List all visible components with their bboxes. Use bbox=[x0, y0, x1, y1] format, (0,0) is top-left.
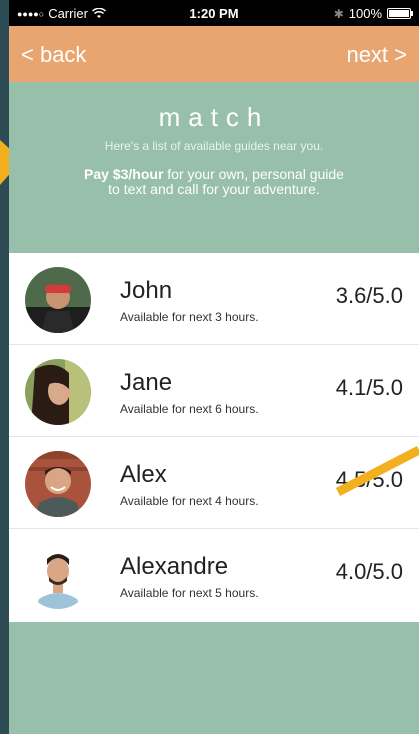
battery-icon bbox=[387, 8, 413, 19]
guide-row-jane[interactable]: Jane Available for next 6 hours. 4.1/5.0 bbox=[9, 345, 419, 437]
guide-availability: Available for next 3 hours. bbox=[120, 310, 259, 324]
next-button[interactable]: next > bbox=[346, 42, 407, 68]
status-right: ✱ 100% bbox=[333, 6, 413, 21]
avatar bbox=[25, 543, 91, 609]
avatar bbox=[25, 267, 91, 333]
nav-bar: < back next > bbox=[9, 26, 419, 82]
guide-name: Alexandre bbox=[120, 553, 229, 580]
page-subtitle: Here's a list of available guides near y… bbox=[104, 139, 324, 153]
annotation-arrow-icon bbox=[335, 446, 419, 496]
pricing-pitch: Pay $3/hour for your own, personal guide… bbox=[84, 167, 344, 197]
guide-rating: 4.1/5.0 bbox=[335, 375, 403, 400]
guide-row-alexandre[interactable]: Alexandre Available for next 5 hours. 4.… bbox=[9, 529, 419, 621]
guide-row-john[interactable]: John Available for next 3 hours. 3.6/5.0 bbox=[9, 253, 419, 345]
guide-availability: Available for next 5 hours. bbox=[120, 586, 259, 600]
guide-name: Jane bbox=[120, 369, 173, 396]
guide-name: Alex bbox=[120, 461, 167, 488]
avatar bbox=[25, 359, 91, 425]
avatar bbox=[25, 451, 91, 517]
guide-list: John Available for next 3 hours. 3.6/5.0… bbox=[9, 253, 419, 622]
battery-percent: 100% bbox=[348, 6, 382, 21]
bluetooth-icon: ✱ bbox=[333, 6, 344, 21]
guide-rating: 3.6/5.0 bbox=[335, 283, 403, 308]
phone-screen: ●●●●○ Carrier 1:20 PM ✱ 100% < back next… bbox=[9, 0, 419, 734]
guide-rating: 4.0/5.0 bbox=[335, 559, 403, 584]
pricing-bold: Pay $3/hour bbox=[84, 166, 164, 182]
guide-name: John bbox=[120, 277, 173, 304]
back-button[interactable]: < back bbox=[21, 42, 86, 68]
guide-availability: Available for next 6 hours. bbox=[120, 402, 259, 416]
status-bar: ●●●●○ Carrier 1:20 PM ✱ 100% bbox=[9, 0, 419, 26]
guide-availability: Available for next 4 hours. bbox=[120, 494, 259, 508]
page-title: match bbox=[158, 102, 270, 132]
match-header: match Here's a list of available guides … bbox=[9, 82, 419, 253]
